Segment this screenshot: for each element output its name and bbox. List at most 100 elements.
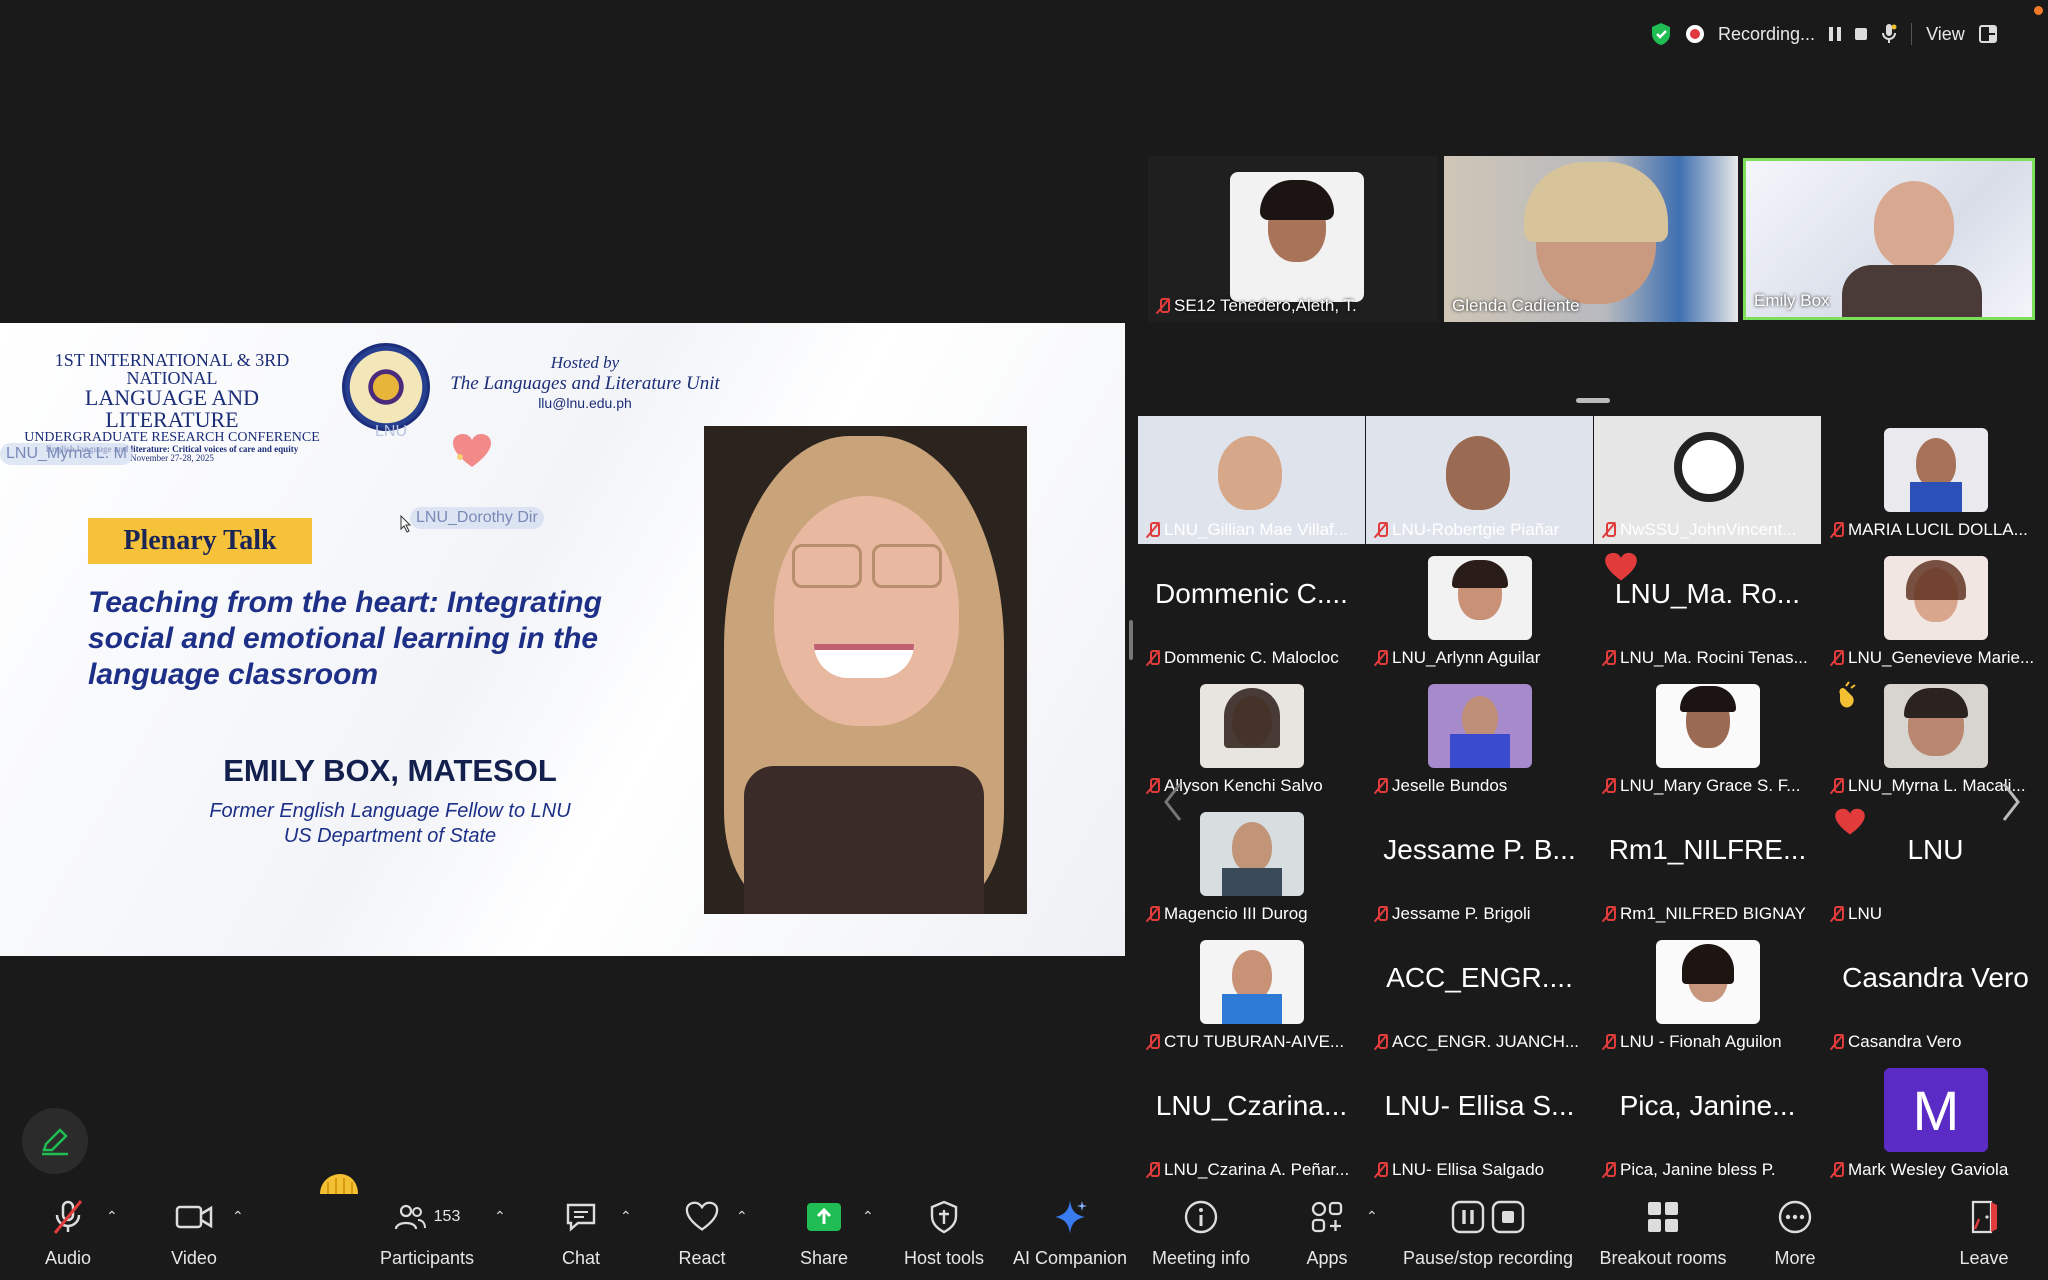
gallery-tile-name: LNU-Robertgie Piañar	[1374, 520, 1559, 540]
gallery-tile-name: Magencio III Durog	[1146, 904, 1308, 924]
gallery-tile-display-name: Pica, Janine...	[1619, 1090, 1796, 1121]
muted-mic-icon	[1374, 906, 1388, 922]
stop-icon	[1491, 1200, 1525, 1234]
chat-button[interactable]: Chat	[556, 1194, 606, 1280]
video-tile-se12[interactable]: SE12 Tenedero,Aleth, T.	[1148, 156, 1438, 322]
video-label: Video	[171, 1248, 217, 1268]
encryption-shield-icon[interactable]	[1650, 22, 1672, 46]
participants-options-caret-icon[interactable]: ⌃	[494, 1208, 506, 1225]
gallery-tile[interactable]: ACC_ENGR.... ACC_ENGR. JUANCH...	[1366, 928, 1593, 1056]
gallery-tile[interactable]: NwSSU_JohnVincent...	[1594, 416, 1821, 544]
gallery-tile[interactable]: Dommenic C.... Dommenic C. Malocloc	[1138, 544, 1365, 672]
host-email: llu@lnu.edu.ph	[538, 395, 632, 411]
gallery-tile-name: LNU_Ma. Rocini Tenas...	[1602, 648, 1808, 668]
gallery-tile[interactable]: LNU_Genevieve Marie...	[1822, 544, 2048, 672]
pause-icon	[1451, 1200, 1485, 1234]
view-menu-button[interactable]: View	[1926, 24, 1965, 45]
apps-button[interactable]: Apps	[1302, 1194, 1352, 1280]
react-options-caret-icon[interactable]: ⌃	[736, 1208, 748, 1225]
gallery-tile[interactable]: M Mark Wesley Gaviola	[1822, 1056, 2048, 1184]
ai-sparkle-icon	[1055, 1200, 1087, 1234]
status-divider	[1911, 23, 1913, 45]
gallery-tile[interactable]: Jeselle Bundos	[1366, 672, 1593, 800]
heart-outline-icon	[685, 1201, 719, 1231]
audio-options-caret-icon[interactable]: ⌃	[106, 1208, 118, 1225]
chat-bubble-icon	[566, 1203, 596, 1232]
meeting-info-button[interactable]: Meeting info	[1148, 1194, 1254, 1280]
stop-recording-icon[interactable]	[1855, 28, 1868, 40]
muted-mic-icon	[1146, 1034, 1160, 1050]
gallery-tile[interactable]: LNU - Fionah Aguilon	[1594, 928, 1821, 1056]
pause-stop-recording-button[interactable]: Pause/stop recording	[1400, 1194, 1576, 1280]
chat-options-caret-icon[interactable]: ⌃	[620, 1208, 632, 1225]
panel-resize-handle[interactable]	[1576, 398, 1610, 403]
leave-label: Leave	[1959, 1248, 2009, 1268]
gallery-tile-name: LNU_Genevieve Marie...	[1830, 648, 2034, 668]
gallery-tile-name: Dommenic C. Malocloc	[1146, 648, 1339, 668]
gallery-tile[interactable]: CTU TUBURAN-AIVE...	[1138, 928, 1365, 1056]
share-options-caret-icon[interactable]: ⌃	[862, 1208, 874, 1225]
gallery-tile[interactable]: Rm1_NILFRE... Rm1_NILFRED BIGNAY	[1594, 800, 1821, 928]
muted-mic-icon	[1830, 906, 1844, 922]
ai-companion-button[interactable]: AI Companion	[1012, 1194, 1128, 1280]
video-tile-name: Emily Box	[1754, 291, 1830, 310]
view-layout-icon[interactable]	[1978, 25, 1997, 43]
host-tools-label: Host tools	[903, 1248, 985, 1268]
participants-button[interactable]: 153 Participants	[372, 1194, 482, 1280]
gallery-tile[interactable]: LNU_Mary Grace S. F...	[1594, 672, 1821, 800]
video-tile-emily-box-active-speaker[interactable]: Emily Box	[1743, 158, 2035, 320]
gallery-tile-name: CTU TUBURAN-AIVE...	[1146, 1032, 1344, 1052]
gallery-tile[interactable]: MARIA LUCIL DOLLA...	[1822, 416, 2048, 544]
video-camera-icon	[175, 1205, 213, 1229]
gallery-tile[interactable]: LNU_Arlynn Aguilar	[1366, 544, 1593, 672]
gallery-tile-display-name: LNU- Ellisa S...	[1384, 1090, 1575, 1121]
gallery-next-page-icon[interactable]	[2000, 780, 2022, 824]
more-button[interactable]: More	[1770, 1194, 1820, 1280]
gallery-tile[interactable]: LNU- Ellisa S... LNU- Ellisa Salgado	[1366, 1056, 1593, 1184]
gallery-tile[interactable]: LNU_Ma. Ro... LNU_Ma. Rocini Tenas...	[1594, 544, 1821, 672]
pause-stop-recording-label: Pause/stop recording	[1402, 1248, 1574, 1268]
info-icon	[1184, 1200, 1218, 1234]
gallery-tile[interactable]: Pica, Janine... Pica, Janine bless P.	[1594, 1056, 1821, 1184]
gallery-prev-page-icon[interactable]	[1162, 780, 1184, 824]
gallery-tile-display-name: Dommenic C....	[1155, 578, 1348, 609]
video-button[interactable]: Video	[164, 1194, 224, 1280]
share-button[interactable]: Share	[796, 1194, 852, 1280]
pause-recording-icon[interactable]	[1829, 27, 1842, 41]
split-view-divider[interactable]	[1129, 620, 1133, 660]
muted-mic-icon	[1146, 778, 1160, 794]
breakout-rooms-button[interactable]: Breakout rooms	[1596, 1194, 1730, 1280]
gallery-tile-display-name: Casandra Vero	[1842, 962, 2029, 993]
breakout-rooms-icon	[1648, 1202, 1678, 1232]
microphone-icon[interactable]	[1881, 23, 1897, 45]
host-tools-button[interactable]: Host tools	[900, 1194, 988, 1280]
annotator-label-myrna: LNU_Myrna L. M	[0, 443, 133, 465]
speaker-role: Former English Language Fellow to LNU US…	[140, 799, 640, 849]
muted-mic-icon	[1146, 522, 1160, 538]
gallery-tile[interactable]: LNU_Gillian Mae Villaf...	[1138, 416, 1365, 544]
gallery-tile[interactable]: LNU-Robertgie Piañar	[1366, 416, 1593, 544]
gallery-tile[interactable]: LNU_Czarina... LNU_Czarina A. Peñar...	[1138, 1056, 1365, 1184]
more-ellipsis-icon	[1778, 1200, 1812, 1234]
video-options-caret-icon[interactable]: ⌃	[232, 1208, 244, 1225]
heart-reaction-icon	[1835, 808, 1865, 835]
participants-label: Participants	[379, 1248, 475, 1268]
gallery-tile[interactable]: Jessame P. B... Jessame P. Brigoli	[1366, 800, 1593, 928]
react-button[interactable]: React	[674, 1194, 730, 1280]
breakout-rooms-label: Breakout rooms	[1599, 1248, 1727, 1268]
annotator-label-dorothy: LNU_Dorothy Dir	[410, 507, 544, 529]
video-tile-glenda[interactable]: Glenda Cadiente	[1444, 156, 1738, 322]
muted-mic-icon	[1146, 1162, 1160, 1178]
gallery-tile[interactable]: Casandra Vero Casandra Vero	[1822, 928, 2048, 1056]
muted-mic-icon	[1602, 1034, 1616, 1050]
share-screen-icon	[807, 1203, 841, 1231]
leave-door-icon	[1971, 1200, 1997, 1234]
leave-button[interactable]: Leave	[1956, 1194, 2012, 1280]
audio-button[interactable]: Audio	[38, 1194, 98, 1280]
gallery-tile-name: LNU - Fionah Aguilon	[1602, 1032, 1782, 1052]
muted-mic-icon	[1374, 1162, 1388, 1178]
annotate-button[interactable]	[22, 1108, 88, 1174]
conference-line-2: LANGUAGE AND LITERATURE	[84, 385, 260, 432]
clap-reaction-icon	[1839, 681, 1856, 708]
apps-options-caret-icon[interactable]: ⌃	[1366, 1208, 1378, 1225]
